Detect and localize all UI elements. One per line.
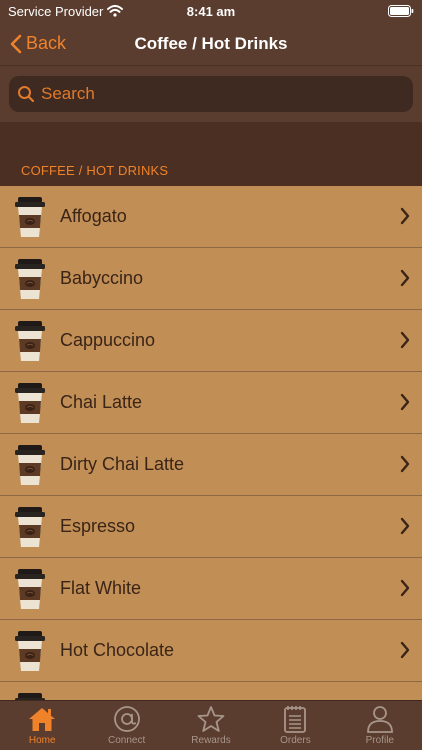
list-item-label: Cappuccino <box>60 330 156 350</box>
coffee-cup-icon <box>12 195 48 239</box>
chevron-right-icon <box>400 455 410 473</box>
chevron-right-icon <box>400 393 410 411</box>
search-container <box>0 66 422 122</box>
list-item[interactable] <box>0 682 422 700</box>
coffee-cup-icon <box>12 629 48 673</box>
home-icon <box>29 708 56 731</box>
chevron-left-icon <box>10 34 22 53</box>
section-header: COFFEE / HOT DRINKS <box>21 163 169 178</box>
search-input[interactable] <box>41 84 401 104</box>
status-left: Service Provider <box>8 3 124 19</box>
star-icon <box>197 706 225 732</box>
chevron-right-icon <box>400 207 410 225</box>
chevron-right-icon <box>400 331 410 349</box>
tab-bar: Home Connect Rewards Orders Profile <box>0 700 422 750</box>
back-label: Back <box>26 33 67 53</box>
coffee-cup-icon <box>12 257 48 301</box>
tab-home[interactable]: Home <box>0 701 84 750</box>
list-item-label: Hot Chocolate <box>60 640 175 660</box>
carrier-label: Service Provider <box>8 3 104 19</box>
list-item[interactable]: Affogato <box>0 186 422 248</box>
drinks-list[interactable]: Affogato Babyccino Cappuccino Chai Latte… <box>0 186 422 700</box>
coffee-cup-icon <box>12 319 48 363</box>
list-item[interactable]: Espresso <box>0 496 422 558</box>
chevron-right-icon <box>400 269 410 287</box>
wifi-icon <box>107 5 124 17</box>
status-right <box>388 5 414 17</box>
chevron-right-icon <box>400 579 410 597</box>
status-bar: Service Provider 8:41 am <box>0 0 422 22</box>
list-item[interactable]: Hot Chocolate <box>0 620 422 682</box>
list-item[interactable]: Dirty Chai Latte <box>0 434 422 496</box>
search-icon <box>18 86 35 103</box>
tab-rewards[interactable]: Rewards <box>169 701 253 750</box>
tab-label: Orders <box>280 735 311 746</box>
battery-icon <box>388 5 414 17</box>
coffee-cup-icon <box>12 691 48 701</box>
back-button[interactable]: Back <box>0 33 66 54</box>
person-icon <box>366 706 393 733</box>
list-item-label: Dirty Chai Latte <box>60 454 185 474</box>
tab-label: Rewards <box>191 735 231 746</box>
list-item-label: Chai Latte <box>60 392 143 412</box>
at-icon <box>113 706 140 732</box>
coffee-cup-icon <box>12 381 48 425</box>
coffee-cup-icon <box>12 443 48 487</box>
list-item[interactable]: Cappuccino <box>0 310 422 372</box>
coffee-cup-icon <box>12 505 48 549</box>
list-item[interactable]: Flat White <box>0 558 422 620</box>
notepad-icon <box>284 706 307 733</box>
list-item-label: Espresso <box>60 516 136 536</box>
search-field[interactable] <box>9 76 413 112</box>
section-header-area: COFFEE / HOT DRINKS <box>0 122 422 186</box>
list-item[interactable]: Chai Latte <box>0 372 422 434</box>
navigation-bar: Back Coffee / Hot Drinks <box>0 22 422 66</box>
tab-profile[interactable]: Profile <box>338 701 422 750</box>
list-item[interactable]: Babyccino <box>0 248 422 310</box>
list-item-label: Affogato <box>60 206 127 226</box>
coffee-cup-icon <box>12 567 48 611</box>
tab-label: Home <box>28 735 56 746</box>
list-item-label: Flat White <box>60 578 142 598</box>
tab-orders[interactable]: Orders <box>253 701 337 750</box>
list-item-label: Babyccino <box>60 268 144 288</box>
chevron-right-icon <box>400 517 410 535</box>
chevron-right-icon <box>400 641 410 659</box>
tab-connect[interactable]: Connect <box>84 701 168 750</box>
tab-label: Connect <box>107 735 146 746</box>
tab-label: Profile <box>365 735 394 746</box>
